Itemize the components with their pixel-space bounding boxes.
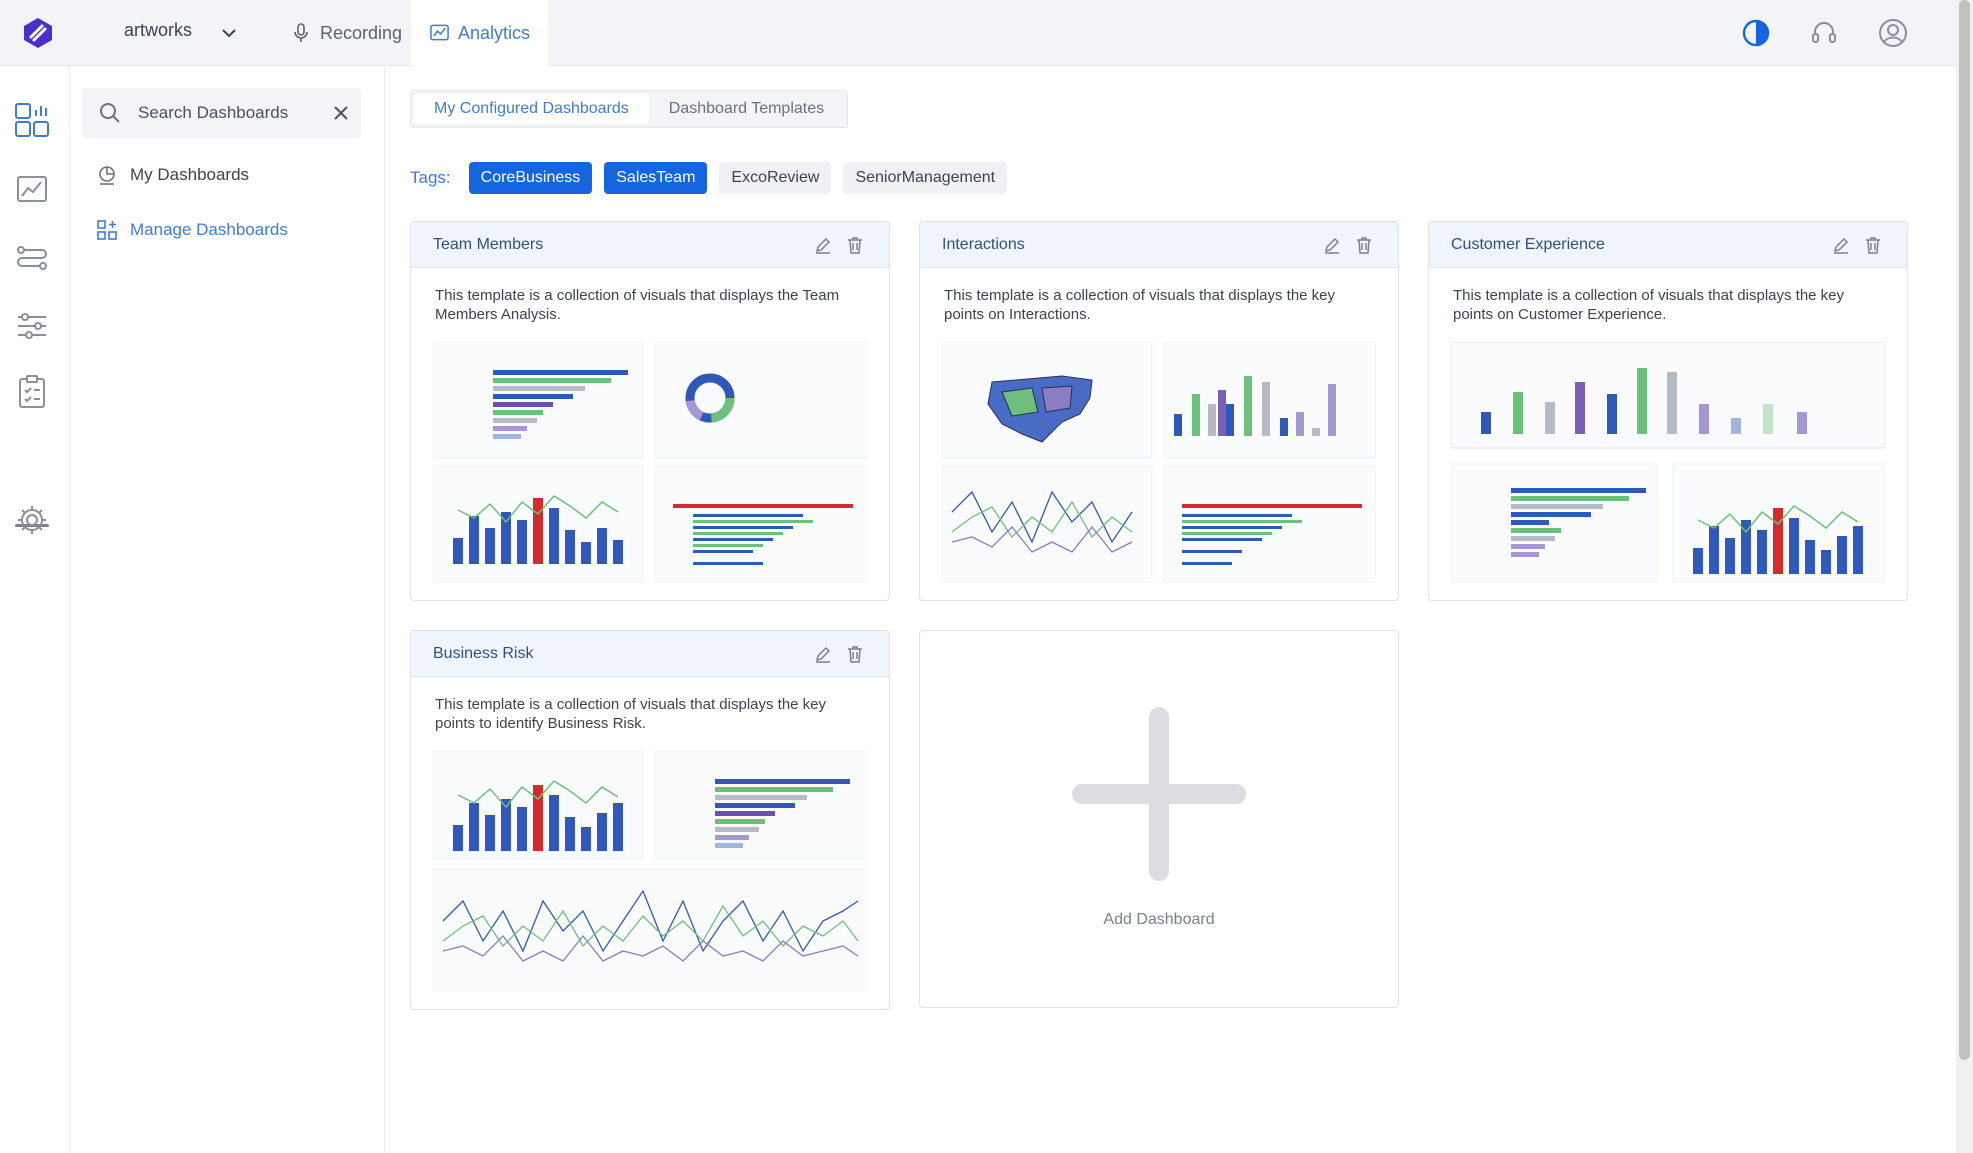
sliders-rail-icon[interactable] xyxy=(14,308,50,344)
card-header: Interactions xyxy=(920,222,1398,268)
add-dashboard-card[interactable]: Add Dashboard xyxy=(919,630,1399,1008)
template-preview xyxy=(432,750,868,992)
dashboard-view-switch: My Configured Dashboards Dashboard Templ… xyxy=(410,90,849,128)
card-description: This template is a collection of visuals… xyxy=(435,696,827,732)
card-title: Interactions xyxy=(942,236,1025,253)
add-dashboard-label: Add Dashboard xyxy=(1103,911,1215,928)
analytics-icon xyxy=(430,24,449,41)
flow-rail-icon[interactable] xyxy=(14,240,50,276)
tags-row: Tags: CoreBusiness SalesTeam ExcoReview … xyxy=(410,162,1008,194)
dashboard-card[interactable]: Customer Experience This template is a c… xyxy=(1428,221,1908,601)
workspace-name[interactable]: artworks xyxy=(124,20,192,41)
edit-icon[interactable] xyxy=(1831,235,1851,255)
side-panel: My Dashboards Manage Dashboards xyxy=(70,66,385,1153)
user-avatar-icon[interactable] xyxy=(1877,17,1909,49)
delete-icon[interactable] xyxy=(845,235,865,255)
delete-icon[interactable] xyxy=(845,644,865,664)
icon-rail xyxy=(0,66,70,1153)
pie-chart-icon xyxy=(99,166,115,185)
search-input[interactable] xyxy=(138,98,318,128)
headset-icon[interactable] xyxy=(1808,17,1840,49)
tag-chip[interactable]: SalesTeam xyxy=(604,162,708,194)
dashboard-card[interactable]: Interactions This template is a collecti… xyxy=(919,221,1399,601)
card-header: Business Risk xyxy=(411,631,889,677)
tab-my-configured-dashboards[interactable]: My Configured Dashboards xyxy=(414,94,649,124)
checklist-rail-icon[interactable] xyxy=(14,374,50,410)
tag-chip[interactable]: CoreBusiness xyxy=(468,162,593,194)
tag-chip[interactable]: SeniorManagement xyxy=(843,162,1008,194)
dashboard-card[interactable]: Team Members This template is a collecti… xyxy=(410,221,890,601)
template-preview xyxy=(432,341,868,583)
delete-icon[interactable] xyxy=(1863,235,1883,255)
clear-search-icon[interactable] xyxy=(331,103,351,123)
delete-icon[interactable] xyxy=(1354,235,1374,255)
scrollbar-thumb[interactable] xyxy=(1959,0,1970,1060)
card-header: Team Members xyxy=(411,222,889,268)
tab-analytics-label: Analytics xyxy=(457,22,530,43)
dashboards-rail-icon[interactable] xyxy=(14,102,50,138)
tab-analytics[interactable]: Analytics xyxy=(411,0,548,66)
card-description: This template is a collection of visuals… xyxy=(1453,287,1845,323)
template-preview-image xyxy=(432,341,868,583)
template-preview-image xyxy=(941,341,1377,583)
app-logo-icon[interactable] xyxy=(22,17,54,49)
plus-icon xyxy=(1072,707,1246,881)
tab-recording-label: Recording xyxy=(320,22,403,43)
card-title: Team Members xyxy=(433,236,544,253)
search-box xyxy=(82,88,361,138)
card-title: Business Risk xyxy=(433,645,534,662)
card-header: Customer Experience xyxy=(1429,222,1907,268)
chart-rail-icon[interactable] xyxy=(14,172,50,208)
settings-gear-icon[interactable] xyxy=(14,502,50,538)
card-description: This template is a collection of visuals… xyxy=(944,287,1336,323)
card-title: Customer Experience xyxy=(1451,236,1605,253)
tags-label: Tags: xyxy=(410,168,451,187)
microphone-icon xyxy=(294,23,308,42)
tab-recording[interactable]: Recording xyxy=(272,0,420,66)
edit-icon[interactable] xyxy=(813,235,833,255)
dashboard-card[interactable]: Business Risk This template is a collect… xyxy=(410,630,890,1010)
edit-icon[interactable] xyxy=(813,644,833,664)
sidebar-item-label: My Dashboards xyxy=(130,165,250,184)
template-preview xyxy=(1450,341,1886,583)
search-icon xyxy=(100,103,120,123)
sidebar-item-label: Manage Dashboards xyxy=(130,220,288,239)
card-description: This template is a collection of visuals… xyxy=(435,287,840,323)
edit-icon[interactable] xyxy=(1322,235,1342,255)
main-content: My Configured Dashboards Dashboard Templ… xyxy=(386,66,1956,1153)
template-preview-image xyxy=(432,750,868,992)
grid-add-icon xyxy=(97,220,117,240)
chevron-down-icon[interactable] xyxy=(220,24,238,42)
tab-dashboard-templates[interactable]: Dashboard Templates xyxy=(649,94,844,124)
template-preview xyxy=(941,341,1377,583)
sidebar-item-my-dashboards[interactable]: My Dashboards xyxy=(96,164,249,186)
top-bar: artworks Recording Analytics xyxy=(0,0,1956,66)
sidebar-item-manage-dashboards[interactable]: Manage Dashboards xyxy=(96,219,288,241)
template-preview-image xyxy=(1450,341,1886,583)
theme-toggle-icon[interactable] xyxy=(1740,17,1772,49)
tag-chip[interactable]: ExcoReview xyxy=(719,162,832,194)
